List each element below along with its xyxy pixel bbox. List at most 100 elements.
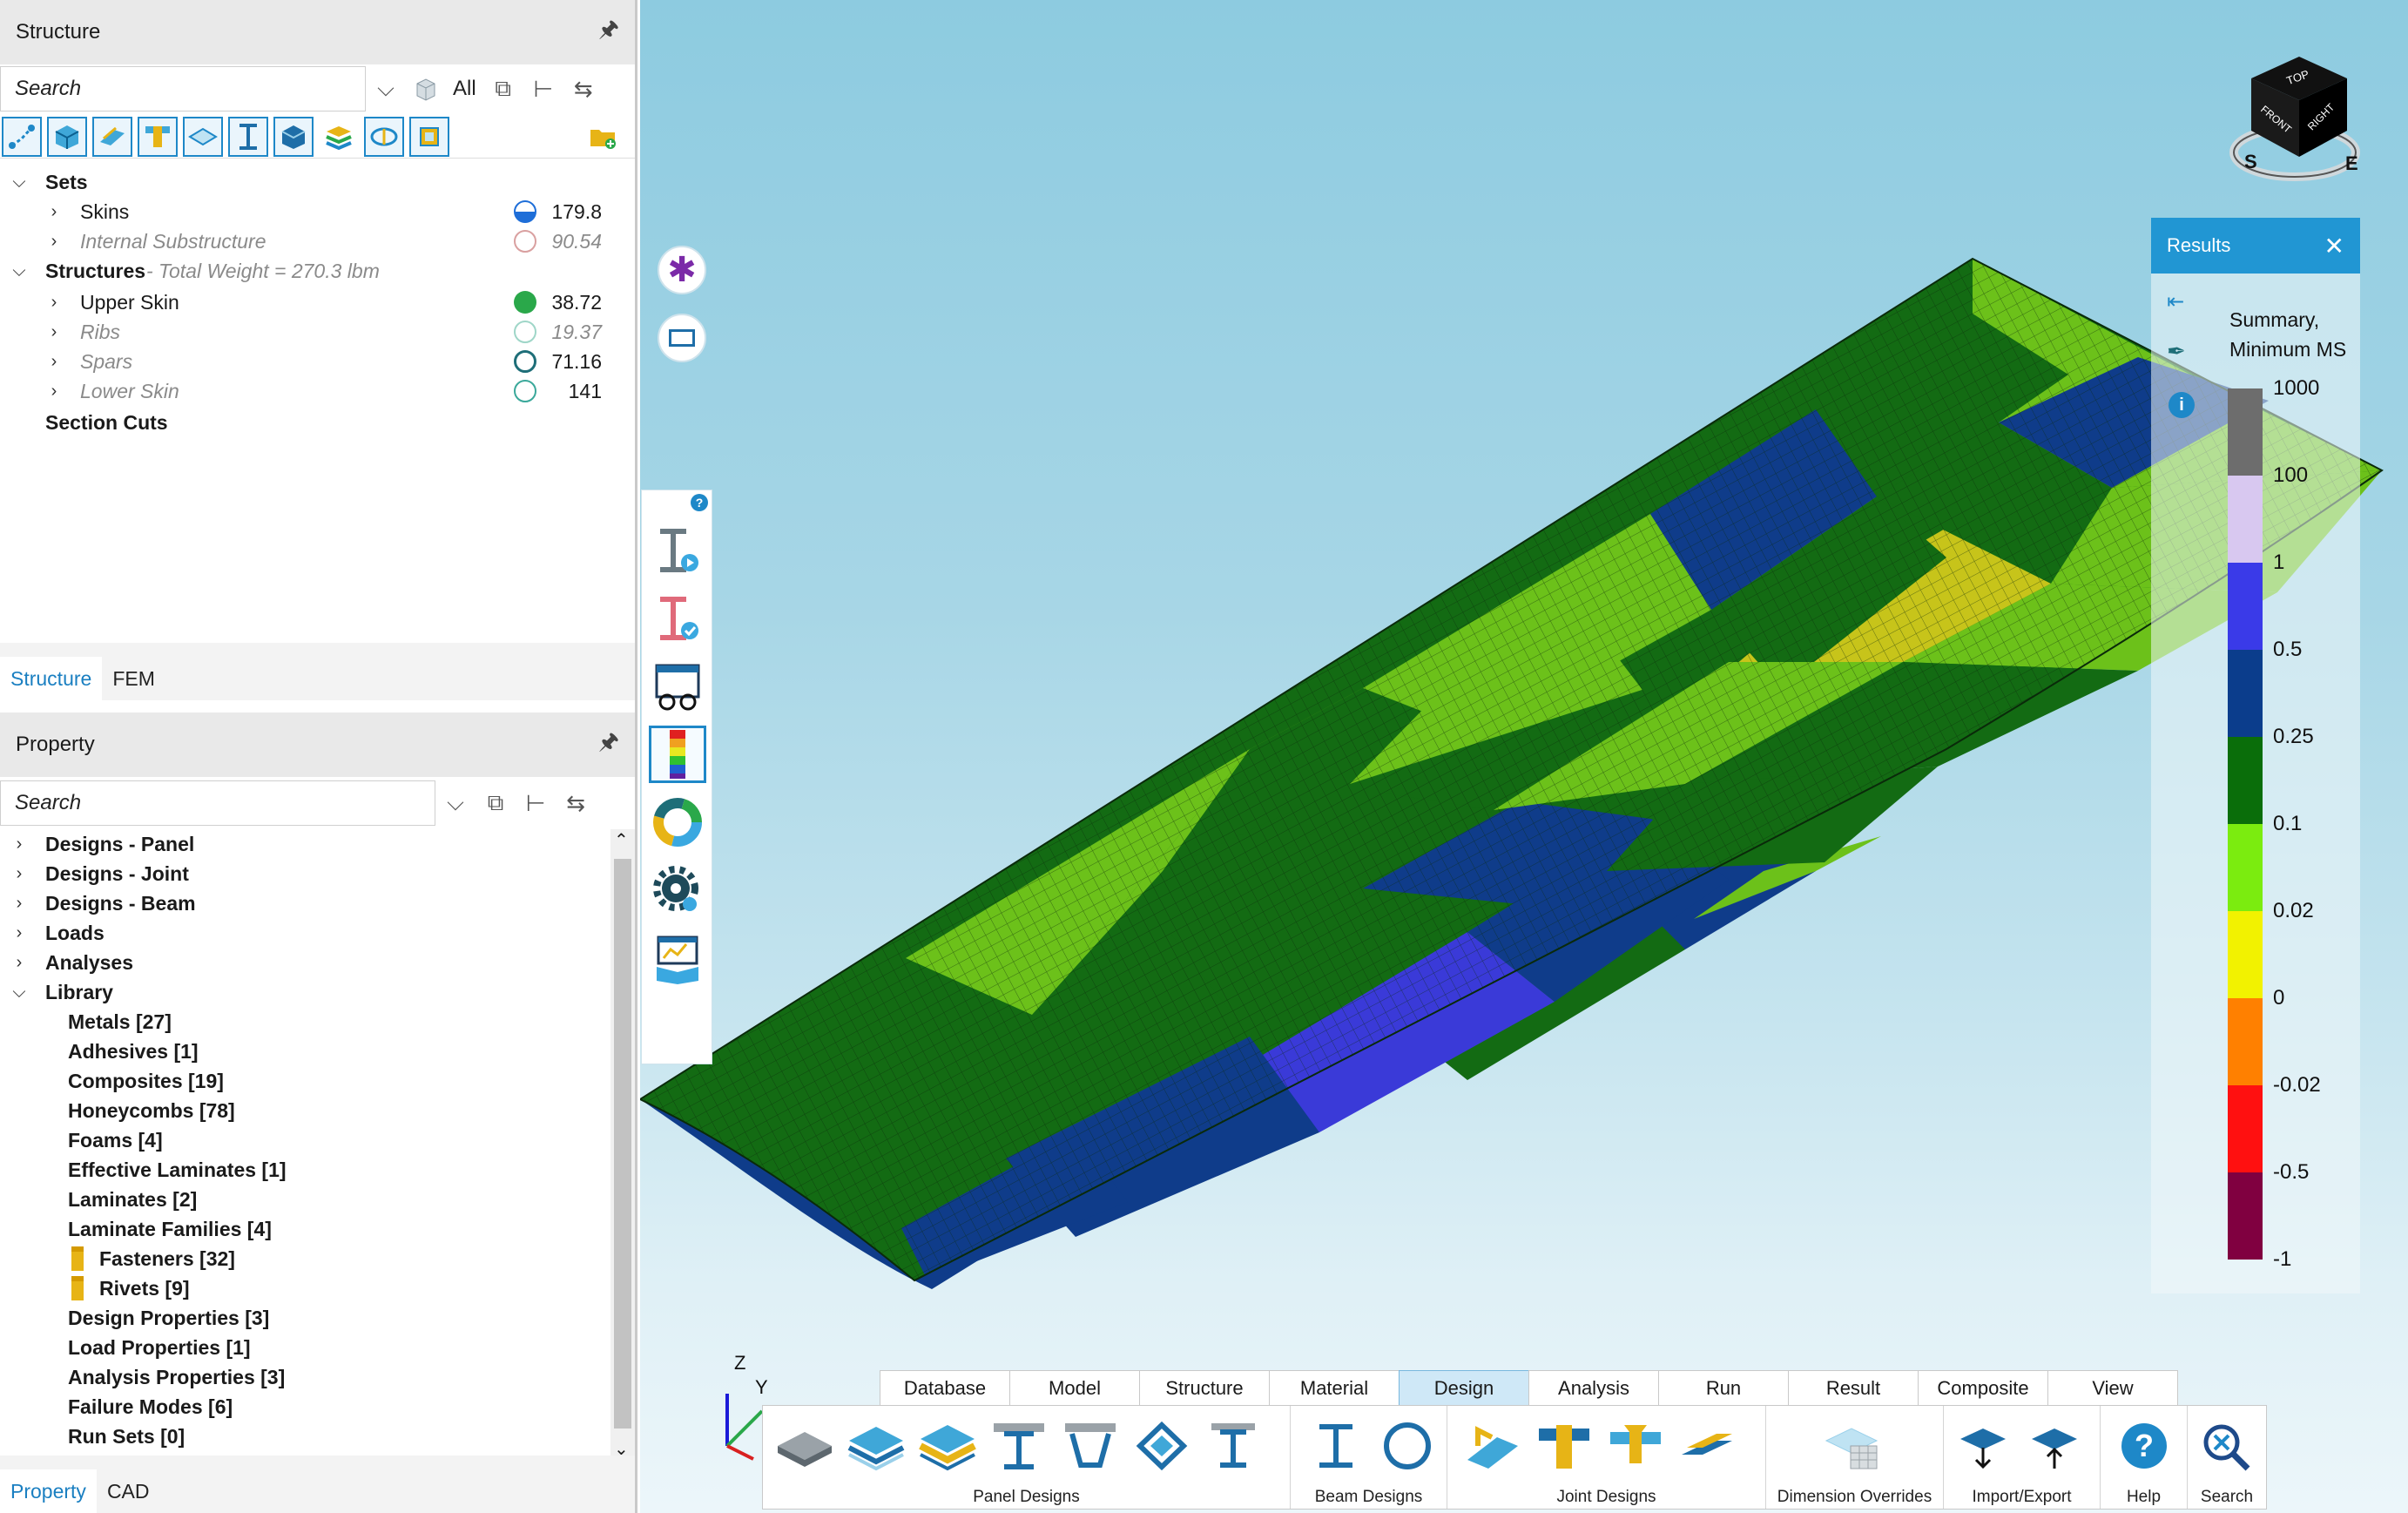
hierarchy-icon[interactable]: ⊢ [523,69,563,109]
settings-gear-icon[interactable] [649,861,706,919]
tree-row-internal[interactable]: › Internal Substructure 90.54 [0,226,635,256]
stiffened-i-panel-button[interactable] [986,1413,1052,1479]
fastened-joint-button[interactable] [1531,1413,1597,1479]
joint-icon[interactable] [138,116,178,157]
chevron-right-icon[interactable]: › [9,834,30,854]
tree-row-sets[interactable]: ⌵ Sets [0,167,635,197]
swap-icon[interactable]: ⇆ [563,69,604,109]
tree-row-ribs[interactable]: › Ribs 19.37 [0,317,635,347]
library-item[interactable]: Design Properties [3] [0,1303,635,1333]
pin-icon[interactable]: 🖈 [598,726,619,764]
chevron-right-icon[interactable]: › [44,293,64,313]
chevron-right-icon[interactable]: › [44,352,64,372]
donut-chart-icon[interactable] [649,794,706,851]
chevron-down-icon[interactable]: ⌵ [9,172,30,193]
wing-fem-mesh[interactable] [640,0,2408,1513]
property-scrollbar[interactable]: ⌃ ⌄ [610,829,635,1460]
chevron-right-icon[interactable]: › [44,232,64,252]
library-item[interactable]: Foams [4] [0,1125,635,1155]
ribbon-tab-composite[interactable]: Composite [1918,1370,2048,1405]
plate-icon[interactable] [183,116,223,157]
tab-fem[interactable]: FEM [102,657,165,700]
compass-s-label[interactable]: S [2244,151,2257,172]
library-item[interactable]: Failure Modes [6] [0,1392,635,1422]
compass-e-label[interactable]: E [2345,152,2358,174]
ribbon-tab-design[interactable]: Design [1399,1370,1529,1405]
property-tree-item[interactable]: › Analyses [0,948,635,977]
grid-panel-button[interactable] [1129,1413,1195,1479]
property-tree-item[interactable]: › Loads [0,918,635,948]
tree-row-skins[interactable]: › Skins 179.8 [0,197,635,226]
new-folder-icon[interactable] [583,117,623,157]
tree-row-spars[interactable]: › Spars 71.16 [0,347,635,376]
library-item[interactable]: Rivets [9] [0,1273,635,1303]
scroll-up-icon[interactable]: ⌃ [614,829,629,851]
library-item[interactable]: Laminate Families [4] [0,1214,635,1244]
collapse-all-icon[interactable]: ⧉ [483,69,523,109]
layered-panel-button[interactable] [843,1413,909,1479]
pin-icon[interactable]: 🖈 [598,13,619,51]
property-tree-item[interactable]: ⌵ Library [0,977,635,1007]
chevron-down-icon[interactable]: ⌵ [9,983,30,1003]
tree-row-section-cuts[interactable]: Section Cuts [0,408,635,437]
ribbon-tab-run[interactable]: Run [1658,1370,1789,1405]
3d-viewport[interactable]: TOP FRONT RIGHT S E ✱ Results ✕ ⇤ ✒ i Su… [640,0,2408,1513]
ribbon-tab-database[interactable]: Database [880,1370,1010,1405]
export-button[interactable] [2024,1413,2090,1479]
ribbon-tab-result[interactable]: Result [1788,1370,1919,1405]
tab-structure[interactable]: Structure [0,657,103,700]
property-tree-item[interactable]: › Designs - Beam [0,888,635,918]
ribbon-tab-model[interactable]: Model [1009,1370,1140,1405]
cube-filter-icon[interactable] [406,69,446,109]
library-item[interactable]: Fasteners [32] [0,1244,635,1273]
color-legend-icon[interactable] [649,726,706,783]
library-item[interactable]: Metals [27] [0,1007,635,1037]
splice-joint-button[interactable] [1674,1413,1740,1479]
rivet-joint-button[interactable] [1602,1413,1669,1479]
chevron-down-icon[interactable]: ⌵ [435,783,476,823]
beam-check-icon[interactable] [649,590,706,647]
help-button[interactable]: ? [2111,1413,2177,1479]
chevron-right-icon[interactable]: › [9,894,30,914]
filter-all-label[interactable]: All [446,77,483,101]
close-icon[interactable]: ✕ [2324,232,2344,260]
composite-panel-icon[interactable] [92,116,132,157]
chip-icon[interactable] [409,116,449,157]
library-item[interactable]: Load Properties [1] [0,1333,635,1362]
property-tree-item[interactable]: › Designs - Panel [0,829,635,859]
layers-icon[interactable] [319,117,359,157]
swap-icon[interactable]: ⇆ [556,783,596,823]
dimension-overrides-button[interactable] [1818,1413,1885,1479]
solid-icon[interactable] [273,116,314,157]
scroll-thumb[interactable] [614,859,631,1429]
library-item[interactable]: Analysis Properties [3] [0,1362,635,1392]
ribbon-tab-view[interactable]: View [2047,1370,2178,1405]
network-icon[interactable] [2,116,42,157]
panel-cube-icon[interactable] [47,116,87,157]
fuselage-icon[interactable] [364,116,404,157]
collapse-all-icon[interactable]: ⧉ [476,783,516,823]
chevron-right-icon[interactable]: › [44,202,64,222]
tab-cad[interactable]: CAD [97,1469,160,1513]
chevron-right-icon[interactable]: › [44,382,64,402]
pen-icon[interactable]: ✒ [2167,338,2186,365]
library-item[interactable]: Composites [19] [0,1066,635,1096]
beam-panel-button[interactable] [1200,1413,1266,1479]
chevron-right-icon[interactable]: › [9,923,30,943]
solid-panel-button[interactable] [772,1413,838,1479]
view-glasses-icon[interactable] [649,658,706,715]
tree-row-structures[interactable]: ⌵ Structures - Total Weight = 270.3 lbm [0,256,635,286]
honeycomb-panel-button[interactable] [914,1413,981,1479]
ribbon-tab-material[interactable]: Material [1269,1370,1400,1405]
chevron-right-icon[interactable]: › [44,322,64,342]
asterisk-button[interactable]: ✱ [658,246,706,294]
library-item[interactable]: Adhesives [1] [0,1037,635,1066]
library-item[interactable]: Run Sets [0] [0,1422,635,1451]
hierarchy-icon[interactable]: ⊢ [516,783,556,823]
hat-panel-button[interactable] [1057,1413,1123,1479]
ribbon-tab-analysis[interactable]: Analysis [1528,1370,1659,1405]
structure-search-input[interactable]: Search [0,66,366,111]
search-button[interactable] [2193,1413,2259,1479]
nav-cube[interactable]: TOP FRONT RIGHT S E [2225,48,2364,187]
book-chart-icon[interactable] [649,929,706,987]
